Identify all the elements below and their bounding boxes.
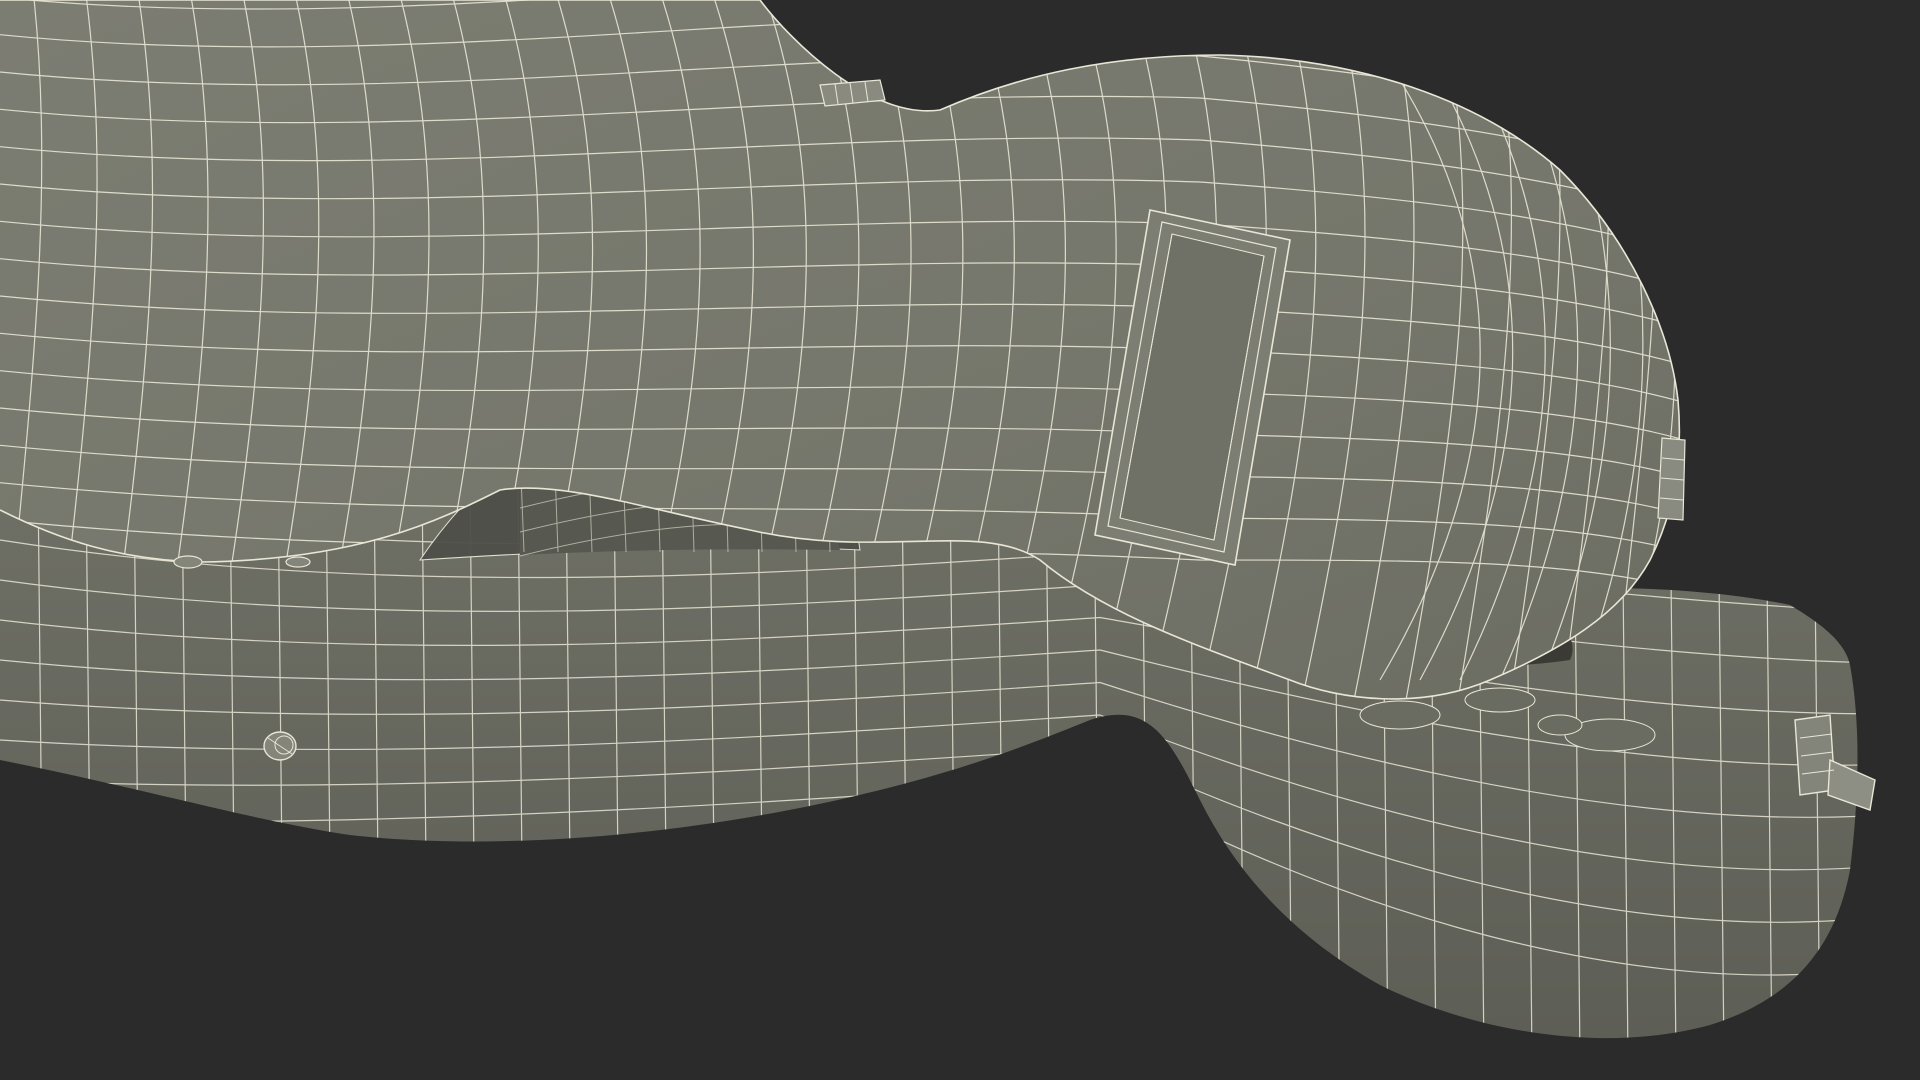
guitar-case-render — [0, 0, 1920, 1080]
latch-side — [1657, 437, 1686, 521]
render-viewport — [0, 0, 1920, 1080]
side-bolt — [263, 731, 297, 761]
